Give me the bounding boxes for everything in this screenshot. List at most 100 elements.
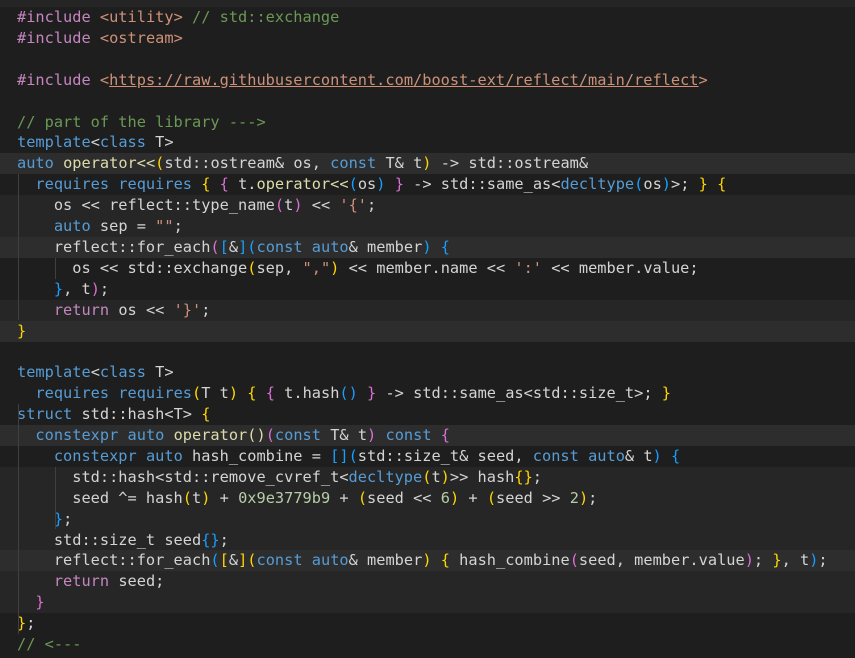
code-token: ) (578, 488, 589, 507)
code-line[interactable]: } (0, 320, 855, 342)
code-line[interactable]: auto operator<<(std::ostream& os, const … (0, 153, 855, 175)
code-token: reflect::for_each (17, 237, 211, 256)
code-line[interactable]: os << std::exchange(sep, ",") << member.… (0, 258, 855, 279)
code-line[interactable]: return os << '}'; (0, 299, 855, 321)
code-token: } (35, 593, 45, 612)
indent-guide (18, 404, 19, 634)
code-line[interactable]: reflect::for_each([&](const auto& member… (0, 550, 855, 572)
code-line[interactable]: // <--- (0, 634, 855, 655)
code-token: T t (201, 384, 229, 403)
code-token: auto (588, 446, 625, 465)
code-token: ] (238, 237, 248, 256)
code-line[interactable]: auto sep = ""; (0, 216, 855, 237)
code-token: #include (17, 28, 100, 47)
code-token: operator<< (63, 154, 156, 173)
code-token: os << (109, 300, 174, 319)
code-token: std::ostream& os, (164, 154, 331, 173)
code-line[interactable]: std::hash<std::remove_cvref_t<decltype(t… (0, 466, 855, 488)
code-line[interactable]: #include <utility> // std::exchange (0, 7, 855, 28)
code-line[interactable]: return seed; (0, 571, 855, 593)
code-token: >; (671, 175, 699, 194)
code-token: ( (274, 196, 285, 215)
code-token: std::size_t seed (17, 530, 202, 549)
code-token: () (339, 384, 358, 403)
code-token: ) (661, 175, 672, 194)
code-token: ( (247, 237, 257, 256)
code-line[interactable]: // part of the library ---> (0, 112, 855, 133)
code-line[interactable]: template<class T> (0, 362, 855, 383)
code-token: T& t (376, 154, 423, 173)
code-token: ) (449, 488, 460, 507)
code-token: , t (781, 551, 810, 570)
include-link[interactable]: https://raw.githubusercontent.com/boost-… (109, 71, 698, 89)
code-token: > (698, 70, 708, 89)
code-token: { (265, 384, 275, 403)
code-token: ; (532, 467, 542, 486)
code-token: >> hash (449, 467, 515, 486)
code-token: { (440, 426, 450, 444)
code-token: ( (348, 446, 358, 465)
code-editor[interactable]: #include <utility> // std::exchange #incl… (0, 0, 855, 658)
code-token: ( (155, 154, 165, 173)
code-token: ( (486, 488, 497, 507)
code-token: ) (440, 467, 450, 486)
code-token: seed ^= hash (17, 488, 183, 507)
code-line[interactable]: }; (0, 508, 855, 530)
code-token: << (302, 196, 340, 215)
code-token: "" (155, 217, 174, 235)
code-line[interactable]: os << reflect::type_name(t) << '{'; (0, 195, 855, 217)
code-token: decltype (348, 467, 423, 486)
code-line[interactable]: #include <https://raw.githubusercontent.… (0, 70, 855, 91)
code-line[interactable]: }, t); (0, 279, 855, 300)
code-line[interactable] (0, 49, 855, 70)
code-token: , t (63, 279, 91, 298)
code-token: < (90, 363, 100, 382)
code-token: { (440, 237, 450, 256)
code-line[interactable]: }; (0, 613, 855, 634)
code-line[interactable]: requires requires { { t.operator<<(os) }… (0, 174, 855, 195)
code-token: seed << (367, 488, 441, 507)
code-line[interactable]: struct std::hash<T> { (0, 404, 855, 425)
code-token: { (219, 175, 229, 194)
code-token: const (330, 154, 377, 173)
code-line[interactable]: #include <ostream> (0, 28, 855, 49)
code-token: ( (634, 175, 644, 194)
code-token: & (228, 237, 239, 256)
code-line[interactable]: } (0, 592, 855, 614)
code-line[interactable]: reflect::for_each([&](const auto& member… (0, 236, 855, 258)
code-token: ) (422, 237, 432, 256)
code-line[interactable]: requires requires(T t) { { t.hash() } ->… (0, 383, 855, 404)
code-token: ] (238, 551, 248, 570)
code-token: requires requires (35, 175, 192, 194)
code-token: return (53, 300, 110, 319)
code-line[interactable]: std::size_t seed{}; (0, 529, 855, 551)
code-token: -> std::ostream& (431, 154, 589, 173)
indent-guide (18, 174, 19, 321)
code-token: ; (588, 488, 598, 507)
code-line[interactable]: constexpr auto operator()(const T& t) co… (0, 425, 855, 446)
code-token: ; (753, 551, 773, 570)
code-token: constexpr (35, 426, 119, 444)
code-token: auto (17, 154, 54, 173)
code-line[interactable]: seed ^= hash(t) + 0x9e3779b9 + (seed << … (0, 487, 855, 509)
code-token: T> (145, 133, 174, 152)
code-token: '{' (339, 196, 368, 215)
code-token: operator() (173, 426, 266, 444)
code-line[interactable] (0, 341, 855, 362)
code-line[interactable] (0, 91, 855, 112)
indent-guide (55, 466, 56, 530)
code-token: // part of the library ---> (17, 112, 266, 131)
code-token: const (532, 446, 579, 465)
code-token: ; (26, 614, 36, 633)
code-token: auto (53, 217, 91, 235)
code-token: ) (744, 551, 754, 570)
code-line[interactable]: template<class T> (0, 132, 855, 153)
code-token: // std::exchange (182, 8, 340, 26)
code-line[interactable]: constexpr auto hash_combine = [](std::si… (0, 446, 855, 467)
